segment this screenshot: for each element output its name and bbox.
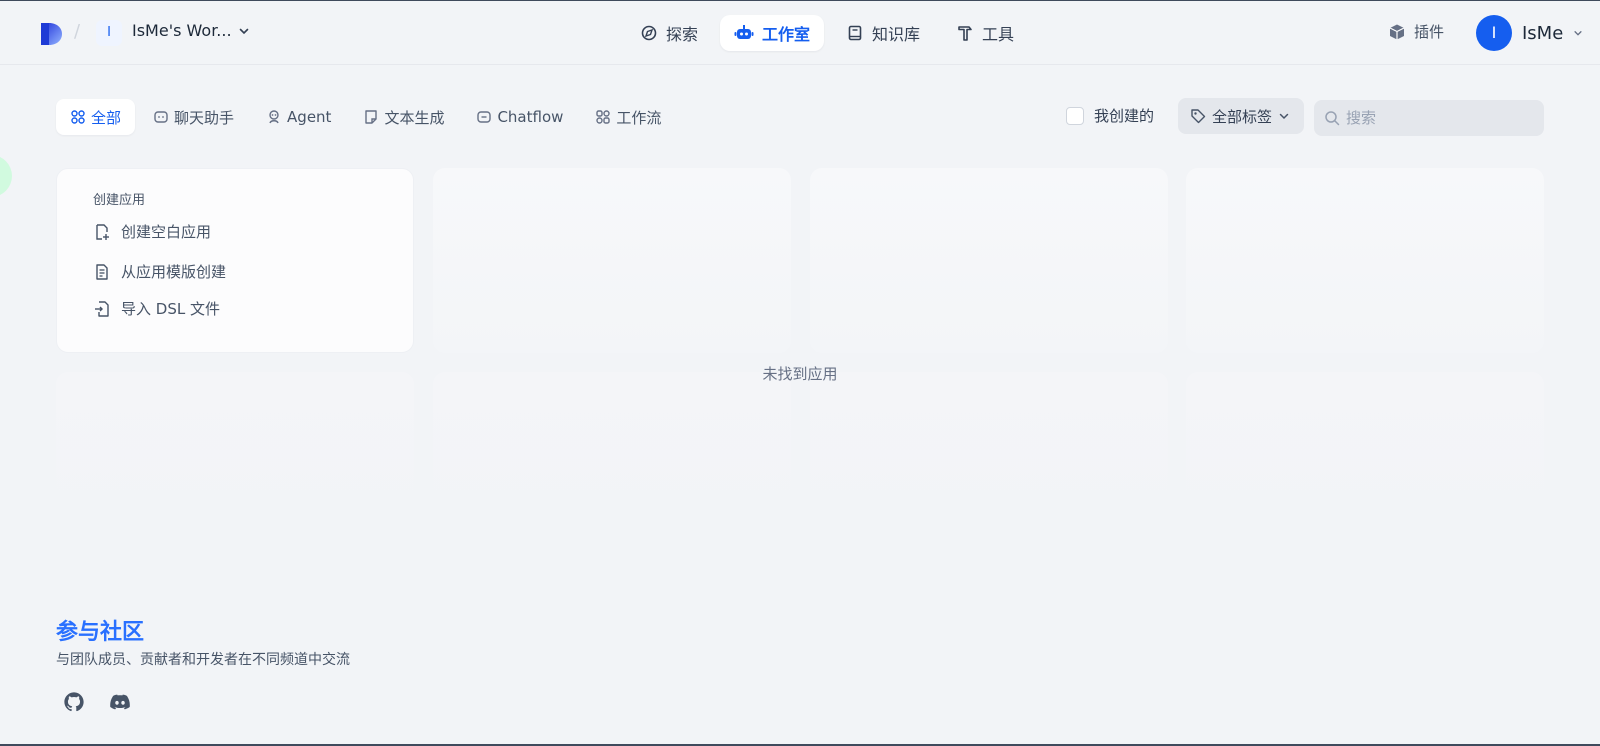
created-by-me-toggle[interactable]: 我创建的	[1066, 105, 1154, 126]
tab-chatflow[interactable]: Chatflow	[462, 99, 577, 135]
workspace-name: IsMe's Wor...	[132, 21, 232, 40]
cube-icon	[1388, 23, 1406, 41]
tab-chat-assistant-label: 聊天助手	[174, 108, 235, 127]
created-by-me-checkbox[interactable]	[1066, 106, 1084, 125]
plugin-button[interactable]: 插件	[1388, 21, 1444, 42]
community-title: 参与社区	[56, 620, 145, 645]
chevron-down-icon	[1573, 28, 1583, 38]
tab-workflow[interactable]: 工作流	[581, 99, 675, 135]
tab-chatflow-label: Chatflow	[497, 108, 564, 126]
create-blank-app-label: 创建空白应用	[121, 223, 212, 241]
tab-agent-label: Agent	[287, 108, 332, 126]
dify-logo-icon[interactable]	[38, 21, 64, 47]
book-icon	[846, 24, 864, 42]
app-card-placeholder	[1186, 168, 1544, 353]
discord-link[interactable]	[106, 688, 134, 716]
app-card-placeholder	[433, 372, 791, 532]
plugin-label: 插件	[1414, 23, 1445, 41]
account-menu[interactable]: I IsMe	[1476, 15, 1583, 51]
community-description: 与团队成员、贡献者和开发者在不同频道中交流	[56, 652, 350, 668]
agent-icon	[266, 109, 282, 125]
workflow-icon	[595, 109, 611, 125]
nav-tools-label: 工具	[982, 25, 1015, 44]
workspace-avatar: I	[96, 20, 122, 46]
empty-state-message: 未找到应用	[762, 365, 838, 383]
nav-explore[interactable]: 探索	[626, 15, 712, 51]
nav-studio-label: 工作室	[762, 25, 811, 44]
nav-knowledge-label: 知识库	[872, 25, 921, 44]
avatar: I	[1476, 15, 1512, 51]
create-from-template-label: 从应用模版创建	[121, 263, 227, 281]
tab-text-generation-label: 文本生成	[384, 108, 445, 127]
robot-icon	[734, 24, 754, 42]
account-name: IsMe	[1522, 22, 1564, 44]
chevron-down-icon	[1278, 110, 1290, 122]
tab-all[interactable]: 全部	[56, 99, 136, 135]
github-icon	[63, 691, 85, 713]
app-card-placeholder	[433, 168, 791, 353]
tab-workflow-label: 工作流	[616, 108, 662, 127]
hammer-icon	[956, 24, 974, 42]
file-template-icon	[93, 263, 111, 281]
nav-studio[interactable]: 工作室	[720, 15, 825, 51]
chat-bot-icon	[153, 109, 169, 125]
import-dsl-label: 导入 DSL 文件	[121, 300, 220, 318]
file-plus-icon	[93, 223, 111, 241]
import-dsl-button[interactable]: 导入 DSL 文件	[93, 298, 220, 319]
compass-icon	[640, 24, 658, 42]
discord-icon	[109, 691, 131, 713]
search-icon	[1324, 110, 1340, 126]
search-box	[1314, 100, 1544, 136]
nav-knowledge[interactable]: 知识库	[832, 15, 934, 51]
app-card-placeholder	[56, 372, 414, 532]
tag-icon	[1190, 108, 1206, 124]
create-from-template-button[interactable]: 从应用模版创建	[93, 261, 226, 282]
main-nav: 探索 工作室 知识库 工具	[626, 15, 1028, 51]
breadcrumb-separator: /	[74, 21, 81, 42]
file-import-icon	[93, 300, 111, 318]
side-drawer-handle[interactable]	[0, 155, 12, 197]
tag-filter-dropdown[interactable]: 全部标签	[1178, 98, 1304, 134]
workspace-switcher[interactable]: IsMe's Wor...	[132, 21, 250, 40]
app-card-placeholder	[810, 372, 1168, 532]
created-by-me-label: 我创建的	[1094, 107, 1155, 125]
top-header: / I IsMe's Wor... 探索 工作室 知识库 工具 插件 I IsM…	[0, 1, 1600, 65]
chatflow-icon	[476, 109, 492, 125]
tab-agent[interactable]: Agent	[252, 99, 345, 135]
grid-icon	[70, 109, 86, 125]
tag-filter-label: 全部标签	[1212, 107, 1273, 126]
tab-chat-assistant[interactable]: 聊天助手	[139, 99, 248, 135]
tab-all-label: 全部	[91, 108, 122, 127]
github-link[interactable]	[60, 688, 88, 716]
search-input[interactable]	[1346, 109, 1526, 127]
app-card-placeholder	[810, 168, 1168, 353]
tab-text-generation[interactable]: 文本生成	[349, 99, 458, 135]
document-icon	[363, 109, 379, 125]
create-app-card: 创建应用 创建空白应用 从应用模版创建 导入 DSL 文件	[56, 168, 414, 353]
create-blank-app-button[interactable]: 创建空白应用	[93, 221, 211, 242]
create-app-title: 创建应用	[93, 193, 146, 208]
nav-explore-label: 探索	[666, 25, 699, 44]
app-card-placeholder	[1186, 372, 1544, 532]
chevron-down-icon	[238, 25, 250, 37]
app-type-tabs: 全部 聊天助手 Agent 文本生成 Chatflow 工作流	[56, 99, 675, 135]
nav-tools[interactable]: 工具	[942, 15, 1028, 51]
